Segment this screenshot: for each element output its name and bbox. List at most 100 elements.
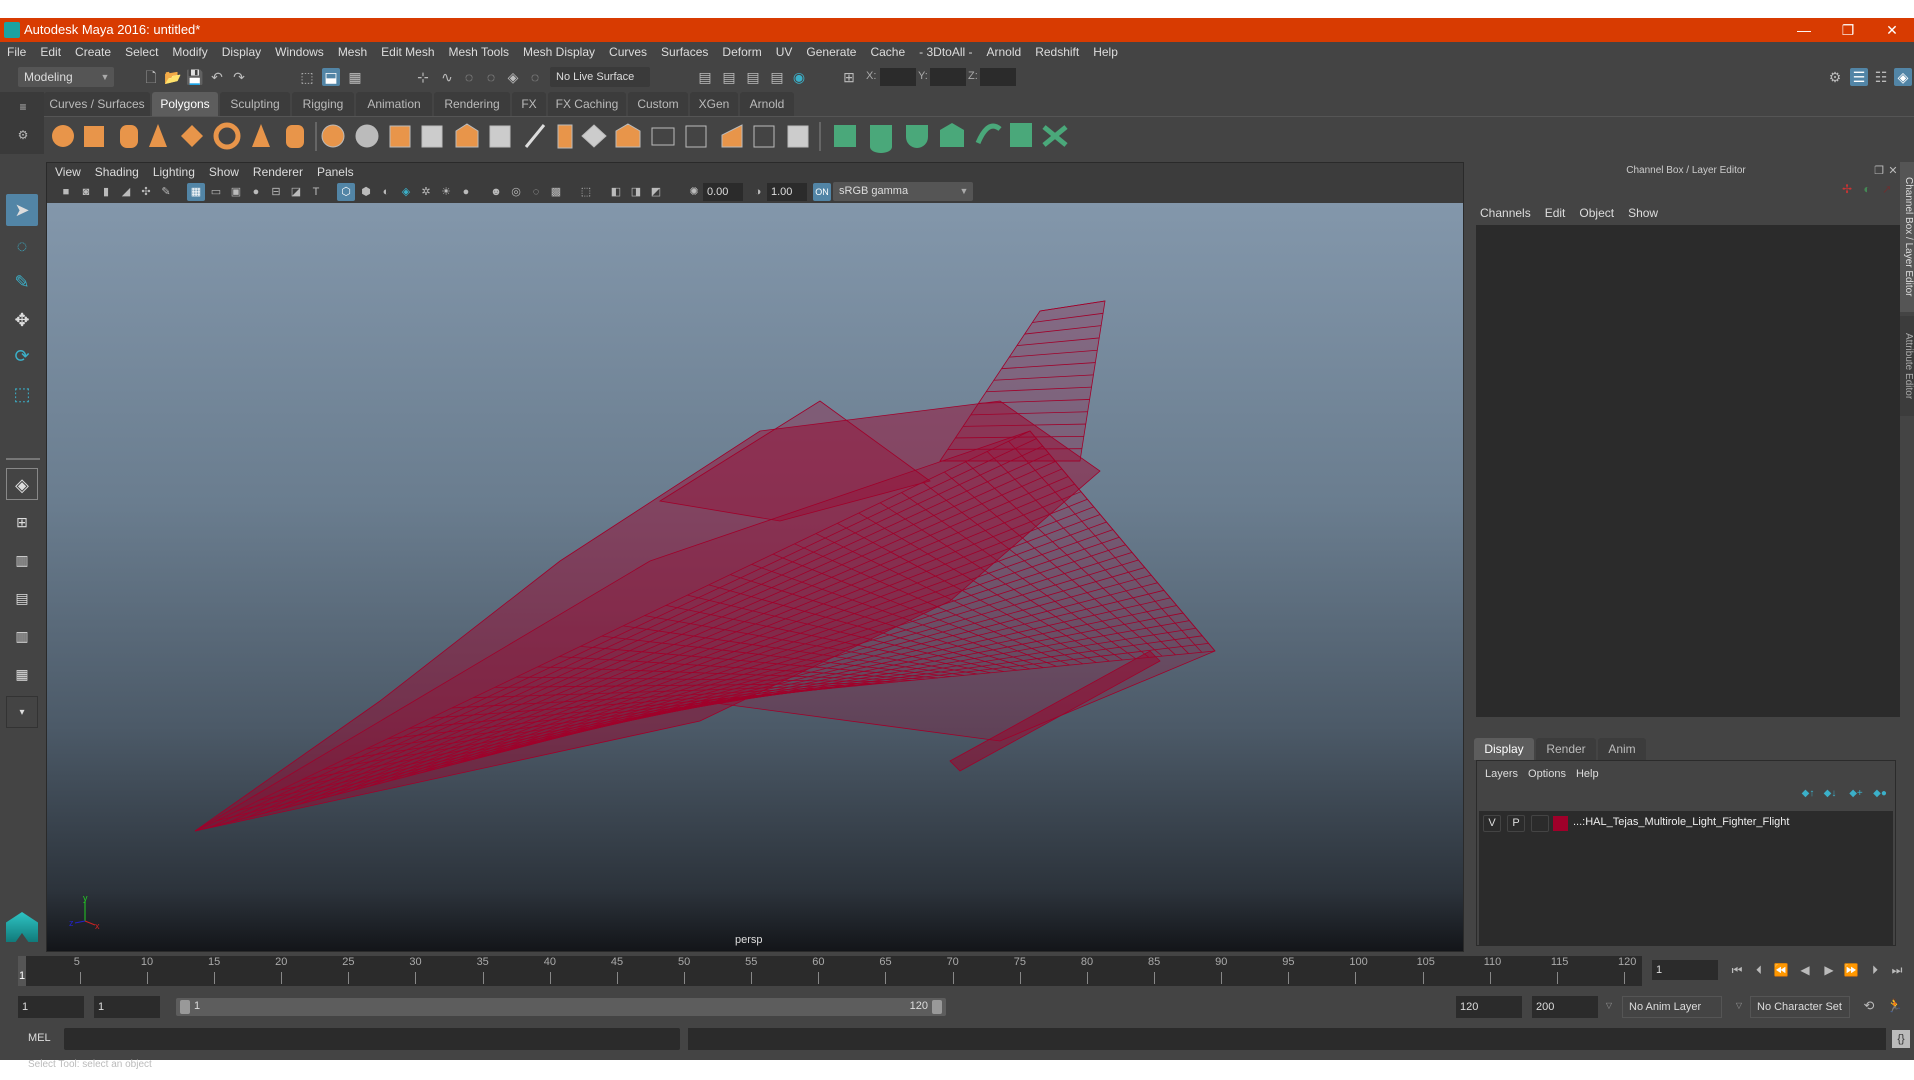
shelf-tab-fx[interactable]: FX [512,92,546,116]
ipr-render-icon[interactable]: ▤ [744,68,762,86]
channel-list[interactable] [1476,225,1900,717]
save-scene-icon[interactable]: 💾 [186,68,204,86]
isolate-select-icon[interactable]: ⬚ [577,183,595,201]
panel-menu-shading[interactable]: Shading [87,163,139,181]
menu-deform[interactable]: Deform [715,42,768,62]
wireframe-icon[interactable]: ⬡ [337,183,355,201]
boolean-icon[interactable] [455,123,479,148]
four-view-layout-icon[interactable]: ⊞ [6,506,38,538]
scale-tool-icon[interactable]: ⬚ [6,378,38,410]
color-management-toggle-icon[interactable]: ON [813,183,831,201]
reduce-icon[interactable] [489,125,511,148]
panel-menu-renderer[interactable]: Renderer [245,163,303,181]
film-gate-icon[interactable]: ▭ [207,183,225,201]
exposure-input[interactable]: 0.00 [703,183,743,201]
tab-display[interactable]: Display [1474,738,1534,760]
playback-end-input[interactable]: 120 [1456,996,1522,1018]
go-to-end-icon[interactable]: ⏭ [1888,961,1906,979]
layers-menu[interactable]: Layers [1485,766,1518,782]
hypershade-icon[interactable]: ◉ [790,68,808,86]
time-slider-track[interactable]: 1 5 10 15 20 25 30 35 40 45 50 55 60 65 70 75 80 85 90 95 1… [18,956,1642,986]
step-forward-key-icon[interactable]: ⏩ [1842,961,1860,979]
snap-to-curve-icon[interactable]: ∿ [438,68,456,86]
select-by-hierarchy-icon[interactable]: ⬚ [298,68,316,86]
viewport-3d[interactable]: y x z persp [47,203,1463,951]
character-set-field[interactable]: No Character Set [1750,996,1850,1018]
layout-uvs-icon[interactable] [1042,125,1068,147]
menu-curves[interactable]: Curves [602,42,654,62]
rotate-tool-icon[interactable]: ⟳ [6,340,38,372]
layer-color-swatch[interactable] [1553,816,1568,831]
shelf-tab-rendering[interactable]: Rendering [434,92,510,116]
undo-icon[interactable]: ↶ [208,68,226,86]
persp-graph-layout-icon[interactable]: ▤ [6,582,38,614]
hud-icon[interactable]: ▩ [547,183,565,201]
fill-hole-icon[interactable] [787,125,809,148]
tool-settings-icon[interactable]: ☷ [1872,68,1890,86]
smooth-shade-icon[interactable]: ⬢ [357,183,375,201]
field-chart-icon[interactable]: ⊟ [267,183,285,201]
render-current-frame-icon[interactable]: ▤ [720,68,738,86]
extrude-icon[interactable] [557,124,573,149]
multi-cut-icon[interactable] [524,124,546,148]
step-forward-frame-icon[interactable]: ⏵ [1866,961,1884,979]
z-input[interactable] [980,68,1016,86]
view-transform-dropdown[interactable]: sRGB gamma ▼ [833,182,973,201]
menu-file[interactable]: File [0,42,33,62]
visibility-toggle[interactable]: V [1483,815,1501,832]
menu-display[interactable]: Display [215,42,268,62]
panel-menu-lighting[interactable]: Lighting [145,163,195,181]
menu-modify[interactable]: Modify [165,42,214,62]
poly-plane-icon[interactable] [181,125,203,147]
shelf-tab-polygons[interactable]: Polygons [152,92,218,116]
hyper-icon[interactable]: ➚ [1878,180,1896,198]
panel-menu-show[interactable]: Show [201,163,239,181]
poly-pipe-icon[interactable] [286,125,304,148]
tab-anim[interactable]: Anim [1598,738,1646,760]
menu-edit[interactable]: Edit [33,42,68,62]
menu-help[interactable]: Help [1086,42,1125,62]
textured-icon[interactable]: ◈ [397,183,415,201]
shelf-tab-custom[interactable]: Custom [628,92,688,116]
command-input[interactable] [64,1028,680,1050]
options-menu[interactable]: Options [1528,766,1566,782]
menu-select[interactable]: Select [118,42,165,62]
safe-action-icon[interactable]: ◪ [287,183,305,201]
transform-input-icon[interactable]: ⊞ [840,68,858,86]
manipulator-icon[interactable]: ✢ [1838,180,1856,198]
menu-mesh-display[interactable]: Mesh Display [516,42,602,62]
gamma-input[interactable]: 1.00 [767,183,807,201]
menu-surfaces[interactable]: Surfaces [654,42,715,62]
new-layer-from-selected-icon[interactable]: ◆● [1871,785,1889,803]
combine-icon[interactable] [321,124,345,148]
menu-generate[interactable]: Generate [799,42,863,62]
animation-preferences-icon[interactable]: 🏃 [1886,997,1904,1015]
shelf-tab-curves-surfaces[interactable]: Curves / Surfaces [44,92,150,116]
object-menu[interactable]: Object [1579,204,1614,222]
poly-torus-icon[interactable] [213,122,241,150]
animation-start-input[interactable]: 1 [18,996,84,1018]
render-view-icon[interactable]: ▤ [696,68,714,86]
move-layer-up-icon[interactable]: ◆↑ [1799,785,1817,803]
modeling-toolkit-icon[interactable]: ⚙ [1826,68,1844,86]
range-start-handle[interactable] [180,1000,190,1014]
snap-to-view-plane-icon[interactable]: ◌ [482,68,500,86]
cylindrical-map-icon[interactable] [870,125,892,153]
tab-channel-box[interactable]: Channel Box / Layer Editor [1900,162,1914,312]
layer-row[interactable]: V P ...:HAL_Tejas_Multirole_Light_Fighte… [1479,813,1893,835]
display-type-toggle[interactable] [1531,815,1549,832]
xray-icon[interactable]: ☻ [487,183,505,201]
bevel-icon[interactable] [615,123,641,148]
menu-create[interactable]: Create [68,42,118,62]
shadows-icon[interactable]: ☀ [437,183,455,201]
render-settings-icon[interactable]: ▤ [768,68,786,86]
gamma-icon[interactable]: ◑ [749,183,767,201]
outliner-persp-layout-icon[interactable]: ▥ [6,544,38,576]
snap-to-grid-icon[interactable]: ⊹ [414,68,432,86]
anim-layer-field[interactable]: No Anim Layer [1622,996,1722,1018]
help-menu[interactable]: Help [1576,766,1599,782]
use-all-lights-icon[interactable]: ✲ [417,183,435,201]
close-button[interactable]: ✕ [1870,18,1914,42]
panel-menu-panels[interactable]: Panels [309,163,354,181]
channels-menu[interactable]: Channels [1480,204,1531,222]
